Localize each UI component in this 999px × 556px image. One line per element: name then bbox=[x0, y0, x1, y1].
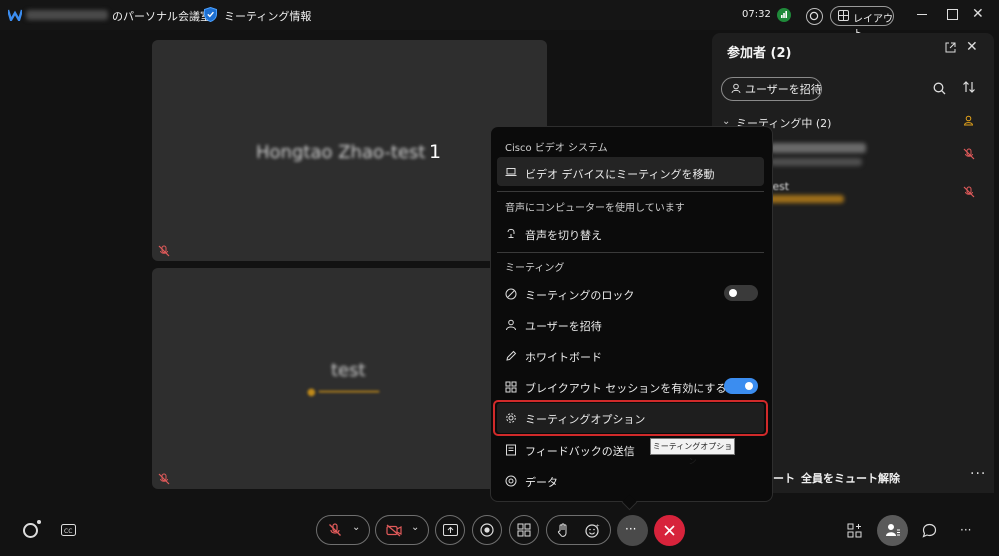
menu-item-meeting-options[interactable]: ミーティングオプション bbox=[525, 411, 645, 427]
host-icon bbox=[963, 115, 974, 126]
emoji-reaction-icon: + bbox=[585, 524, 600, 538]
record-button[interactable] bbox=[472, 515, 502, 545]
mic-muted-icon bbox=[158, 245, 170, 257]
participant-detail-blurred bbox=[768, 195, 844, 203]
shield-icon[interactable] bbox=[204, 7, 217, 22]
menu-section-meeting: ミーティング bbox=[505, 263, 565, 274]
end-meeting-button[interactable] bbox=[654, 515, 685, 546]
svg-text:+: + bbox=[596, 524, 600, 530]
mic-muted-icon bbox=[158, 473, 170, 485]
webex-logo-icon bbox=[8, 9, 22, 21]
window-minimize-button[interactable] bbox=[917, 14, 927, 15]
window-close-button[interactable]: ✕ bbox=[972, 6, 984, 22]
apps-button[interactable] bbox=[509, 515, 539, 545]
network-status-icon[interactable] bbox=[777, 8, 791, 22]
window-maximize-button[interactable] bbox=[947, 9, 958, 20]
participant-row-blurred[interactable] bbox=[770, 143, 866, 153]
chat-icon[interactable] bbox=[922, 523, 937, 538]
add-apps-icon[interactable] bbox=[847, 523, 862, 538]
user-add-icon bbox=[731, 83, 741, 94]
more-options-button[interactable]: ··· bbox=[617, 515, 648, 546]
assistant-dot bbox=[37, 520, 41, 524]
apps-grid-icon bbox=[517, 523, 531, 537]
tooltip: ミーティングオプション bbox=[650, 438, 735, 466]
invite-users-label: ユーザーを招待 bbox=[745, 83, 822, 96]
chevron-down-icon[interactable]: ⌄ bbox=[352, 522, 360, 533]
mute-button[interactable]: ⌄ bbox=[316, 515, 370, 545]
feedback-icon bbox=[506, 444, 516, 456]
participant-detail-blurred bbox=[770, 158, 862, 166]
participant-name: test bbox=[331, 360, 366, 381]
menu-section-device: Cisco ビデオ システム bbox=[505, 143, 608, 154]
record-icon bbox=[480, 523, 494, 537]
menu-item-invite-users[interactable]: ユーザーを招待 bbox=[525, 318, 602, 334]
menu-item-feedback[interactable]: フィードバックの送信 bbox=[525, 443, 635, 459]
menu-item-breakout[interactable]: ブレイクアウト セッションを有効にする bbox=[525, 380, 726, 396]
participants-icon bbox=[886, 524, 900, 536]
unmute-all-button[interactable]: 全員をミュート解除 bbox=[801, 470, 900, 486]
layout-button[interactable]: レイアウト bbox=[830, 6, 894, 40]
laptop-icon bbox=[505, 168, 517, 176]
search-icon[interactable] bbox=[933, 82, 946, 95]
assistant-icon[interactable] bbox=[23, 523, 38, 538]
ellipsis-icon: ··· bbox=[625, 522, 637, 536]
menu-item-lock-meeting[interactable]: ミーティングのロック bbox=[525, 287, 634, 303]
menu-item-whiteboard[interactable]: ホワイトボード bbox=[525, 349, 602, 365]
participant-status-blurred: ● ━━━━━━━━━━ bbox=[307, 387, 380, 398]
video-off-icon bbox=[386, 524, 402, 537]
help-icon[interactable] bbox=[806, 8, 823, 25]
share-screen-icon bbox=[443, 524, 458, 536]
user-add-icon bbox=[506, 319, 516, 331]
mic-muted-icon[interactable] bbox=[963, 186, 975, 198]
breakout-grid-icon bbox=[505, 381, 517, 393]
menu-item-data[interactable]: データ bbox=[525, 474, 558, 490]
host-name-blurred bbox=[26, 10, 108, 20]
sort-icon[interactable] bbox=[962, 80, 976, 94]
lock-meeting-toggle[interactable] bbox=[724, 285, 758, 301]
meeting-info-link[interactable]: ミーティング情報 bbox=[224, 8, 311, 24]
participant-name: Hongtao Zhao-test bbox=[256, 142, 426, 163]
menu-item-switch-audio[interactable]: 音声を切り替え bbox=[525, 227, 602, 243]
participant-name-suffix: 1 bbox=[429, 141, 442, 163]
lock-icon bbox=[505, 288, 517, 300]
breakout-toggle[interactable] bbox=[724, 378, 758, 394]
captions-icon[interactable]: CC bbox=[61, 524, 76, 536]
participants-button[interactable] bbox=[877, 515, 908, 546]
raise-hand-icon bbox=[557, 523, 567, 537]
layout-grid-icon bbox=[838, 10, 849, 21]
data-icon bbox=[505, 475, 517, 487]
more-options-icon[interactable]: ··· bbox=[970, 466, 986, 482]
close-icon bbox=[664, 525, 675, 536]
meeting-room-title: のパーソナル会議室 bbox=[112, 10, 211, 23]
clock: 07:32 bbox=[742, 9, 771, 20]
mic-muted-icon[interactable] bbox=[963, 148, 975, 160]
svg-text:CC: CC bbox=[64, 528, 72, 535]
stop-video-button[interactable]: ⌄ bbox=[375, 515, 429, 545]
close-icon[interactable]: ✕ bbox=[966, 39, 978, 55]
share-button[interactable] bbox=[435, 515, 465, 545]
menu-divider bbox=[497, 191, 764, 192]
mute-all-button[interactable]: ート bbox=[773, 470, 795, 486]
reactions-button[interactable]: + bbox=[546, 515, 611, 545]
whiteboard-pencil-icon bbox=[506, 350, 517, 361]
more-icon[interactable]: ··· bbox=[960, 523, 971, 537]
participants-title: 参加者 (2) bbox=[727, 46, 792, 61]
chevron-down-icon[interactable]: ⌄ bbox=[411, 522, 419, 533]
gear-icon bbox=[506, 413, 516, 423]
mic-muted-icon bbox=[329, 523, 341, 536]
menu-item-move-to-device-label: ビデオ デバイスにミーティングを移動 bbox=[525, 168, 715, 181]
menu-divider bbox=[497, 252, 764, 253]
audio-switch-icon bbox=[507, 228, 515, 238]
menu-section-audio: 音声にコンピューターを使用しています bbox=[505, 203, 685, 214]
popout-icon[interactable] bbox=[945, 42, 956, 53]
